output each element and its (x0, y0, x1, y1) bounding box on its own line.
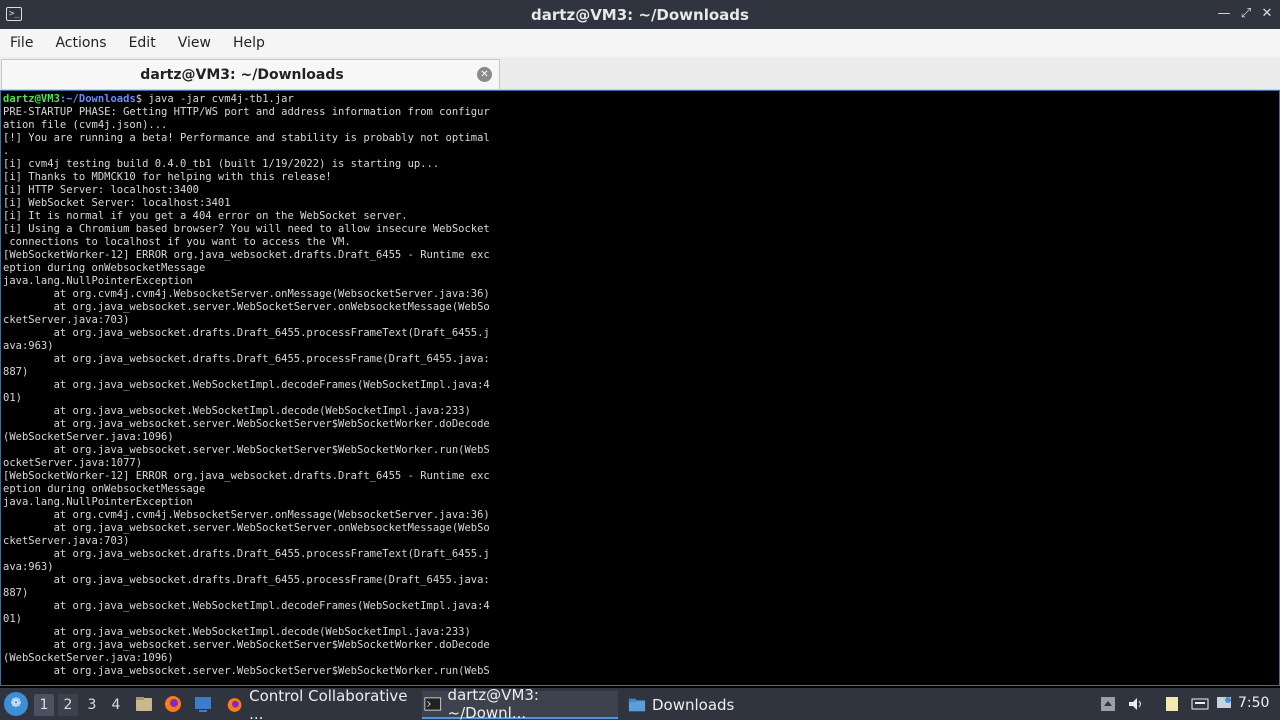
tab-label: dartz@VM3: ~/Downloads (140, 67, 344, 83)
terminal-line: at org.java_websocket.server.WebSocketSe… (3, 665, 490, 677)
terminal-line: . (3, 145, 10, 157)
close-icon[interactable]: ✕ (1259, 6, 1275, 22)
terminal-line: at org.java_websocket.drafts.Draft_6455.… (3, 548, 490, 560)
terminal-line: [i] WebSocket Server: localhost:3401 (3, 197, 231, 209)
workspace-1[interactable]: 1 (34, 694, 54, 716)
prompt-line: dartz@VM3:~/Downloads$ java -jar cvm4j-t… (3, 93, 490, 106)
taskbar: ❁ 1 2 3 4 Control Collaborative ... dart… (0, 686, 1280, 720)
terminal-line: at org.cvm4j.cvm4j.WebsocketServer.onMes… (3, 288, 490, 300)
tab-bar: dartz@VM3: ~/Downloads ✕ (0, 57, 1280, 90)
task-label: dartz@VM3: ~/Downl... (447, 686, 539, 720)
menu-view[interactable]: View (178, 35, 211, 51)
file-manager-launcher-icon[interactable] (134, 694, 154, 714)
prompt-user: dartz@VM3 (3, 93, 60, 105)
terminal-line: eption during onWebsocketMessage (3, 483, 206, 495)
terminal-tab[interactable]: dartz@VM3: ~/Downloads ✕ (1, 59, 500, 89)
terminal-line: [!] You are running a beta! Performance … (3, 132, 490, 144)
firefox-launcher-icon[interactable] (163, 694, 183, 714)
terminal-line: cketServer.java:703) (3, 314, 130, 326)
task-label: Downloads (652, 696, 735, 714)
task-label: Control Collaborative ... (249, 687, 408, 720)
workspace-4[interactable]: 4 (106, 694, 126, 716)
terminal-line: at org.java_websocket.server.WebSocketSe… (3, 444, 490, 456)
start-menu-icon[interactable]: ❁ (4, 692, 28, 716)
menu-edit[interactable]: Edit (129, 35, 156, 51)
terminal-line: [i] Using a Chromium based browser? You … (3, 223, 490, 235)
terminal-line: java.lang.NullPointerException (3, 275, 193, 287)
task-downloads[interactable]: Downloads (626, 691, 736, 719)
terminal-line: ava:963) (3, 561, 54, 573)
terminal-line: 887) (3, 366, 29, 378)
terminal-line: 01) (3, 613, 22, 625)
terminal-line: connections to localhost if you want to … (3, 236, 351, 248)
terminal-line: 01) (3, 392, 22, 404)
prompt-path: :~/Downloads (59, 93, 136, 105)
updates-icon[interactable] (1099, 695, 1117, 713)
workspace-2[interactable]: 2 (58, 694, 78, 716)
task-firefox[interactable]: Control Collaborative ... (224, 687, 418, 720)
menu-file[interactable]: File (10, 35, 33, 51)
desktop-launcher-icon[interactable] (193, 694, 213, 714)
minimize-icon[interactable]: — (1216, 6, 1232, 22)
terminal-line: (WebSocketServer.java:1096) (3, 431, 174, 443)
terminal-line: java.lang.NullPointerException (3, 496, 193, 508)
terminal-line: at org.java_websocket.WebSocketImpl.deco… (3, 405, 471, 417)
network-icon[interactable] (1215, 695, 1233, 713)
terminal-line: ava:963) (3, 340, 54, 352)
terminal-line: eption during onWebsocketMessage (3, 262, 206, 274)
window-title: dartz@VM3: ~/Downloads (531, 6, 749, 24)
notes-icon[interactable] (1163, 695, 1181, 713)
terminal-line: at org.java_websocket.WebSocketImpl.deco… (3, 600, 490, 612)
clock[interactable]: 7:50 (1238, 695, 1269, 711)
terminal-line: at org.java_websocket.WebSocketImpl.deco… (3, 626, 471, 638)
terminal-line: cketServer.java:703) (3, 535, 130, 547)
terminal-line: at org.java_websocket.drafts.Draft_6455.… (3, 327, 490, 339)
keyboard-icon[interactable] (1191, 695, 1209, 713)
menu-actions[interactable]: Actions (55, 35, 106, 51)
terminal-icon (424, 697, 442, 711)
tab-close-icon[interactable]: ✕ (477, 67, 492, 82)
terminal-line: at org.java_websocket.drafts.Draft_6455.… (3, 574, 490, 586)
workspace-3[interactable]: 3 (82, 694, 102, 716)
terminal-line: at org.java_websocket.server.WebSocketSe… (3, 418, 490, 430)
terminal-line: [i] HTTP Server: localhost:3400 (3, 184, 199, 196)
terminal-line: at org.java_websocket.WebSocketImpl.deco… (3, 379, 490, 391)
menu-bar: File Actions Edit View Help (0, 29, 1280, 57)
terminal-output[interactable]: dartz@VM3:~/Downloads$ java -jar cvm4j-t… (0, 90, 1280, 686)
terminal-lines: dartz@VM3:~/Downloads$ java -jar cvm4j-t… (3, 93, 490, 678)
terminal-line: [WebSocketWorker-12] ERROR org.java_webs… (3, 249, 490, 261)
terminal-line: [i] cvm4j testing build 0.4.0_tb1 (built… (3, 158, 440, 170)
prompt-command: $ java -jar cvm4j-tb1.jar (135, 93, 294, 105)
terminal-line: [i] It is normal if you get a 404 error … (3, 210, 408, 222)
terminal-line: at org.java_websocket.server.WebSocketSe… (3, 522, 490, 534)
terminal-line: 887) (3, 587, 29, 599)
terminal-line: at org.java_websocket.server.WebSocketSe… (3, 301, 490, 313)
terminal-line: [WebSocketWorker-12] ERROR org.java_webs… (3, 470, 490, 482)
maximize-icon[interactable]: ⤢ (1238, 6, 1254, 22)
window-titlebar[interactable]: >_ dartz@VM3: ~/Downloads — ⤢ ✕ (0, 0, 1280, 29)
terminal-line: at org.java_websocket.drafts.Draft_6455.… (3, 353, 490, 365)
terminal-line: (WebSocketServer.java:1096) (3, 652, 174, 664)
folder-icon (628, 698, 646, 712)
terminal-line: at org.java_websocket.server.WebSocketSe… (3, 639, 490, 651)
terminal-line: ation file (cvm4j.json)... (3, 119, 168, 131)
menu-help[interactable]: Help (233, 35, 265, 51)
terminal-line: PRE-STARTUP PHASE: Getting HTTP/WS port … (3, 106, 490, 118)
terminal-line: ocketServer.java:1077) (3, 457, 143, 469)
terminal-line: at org.cvm4j.cvm4j.WebsocketServer.onMes… (3, 509, 490, 521)
firefox-icon (227, 698, 242, 712)
terminal-line: [i] Thanks to MDMCK10 for helping with t… (3, 171, 332, 183)
volume-icon[interactable] (1127, 695, 1145, 713)
task-terminal[interactable]: dartz@VM3: ~/Downl... (422, 686, 618, 720)
